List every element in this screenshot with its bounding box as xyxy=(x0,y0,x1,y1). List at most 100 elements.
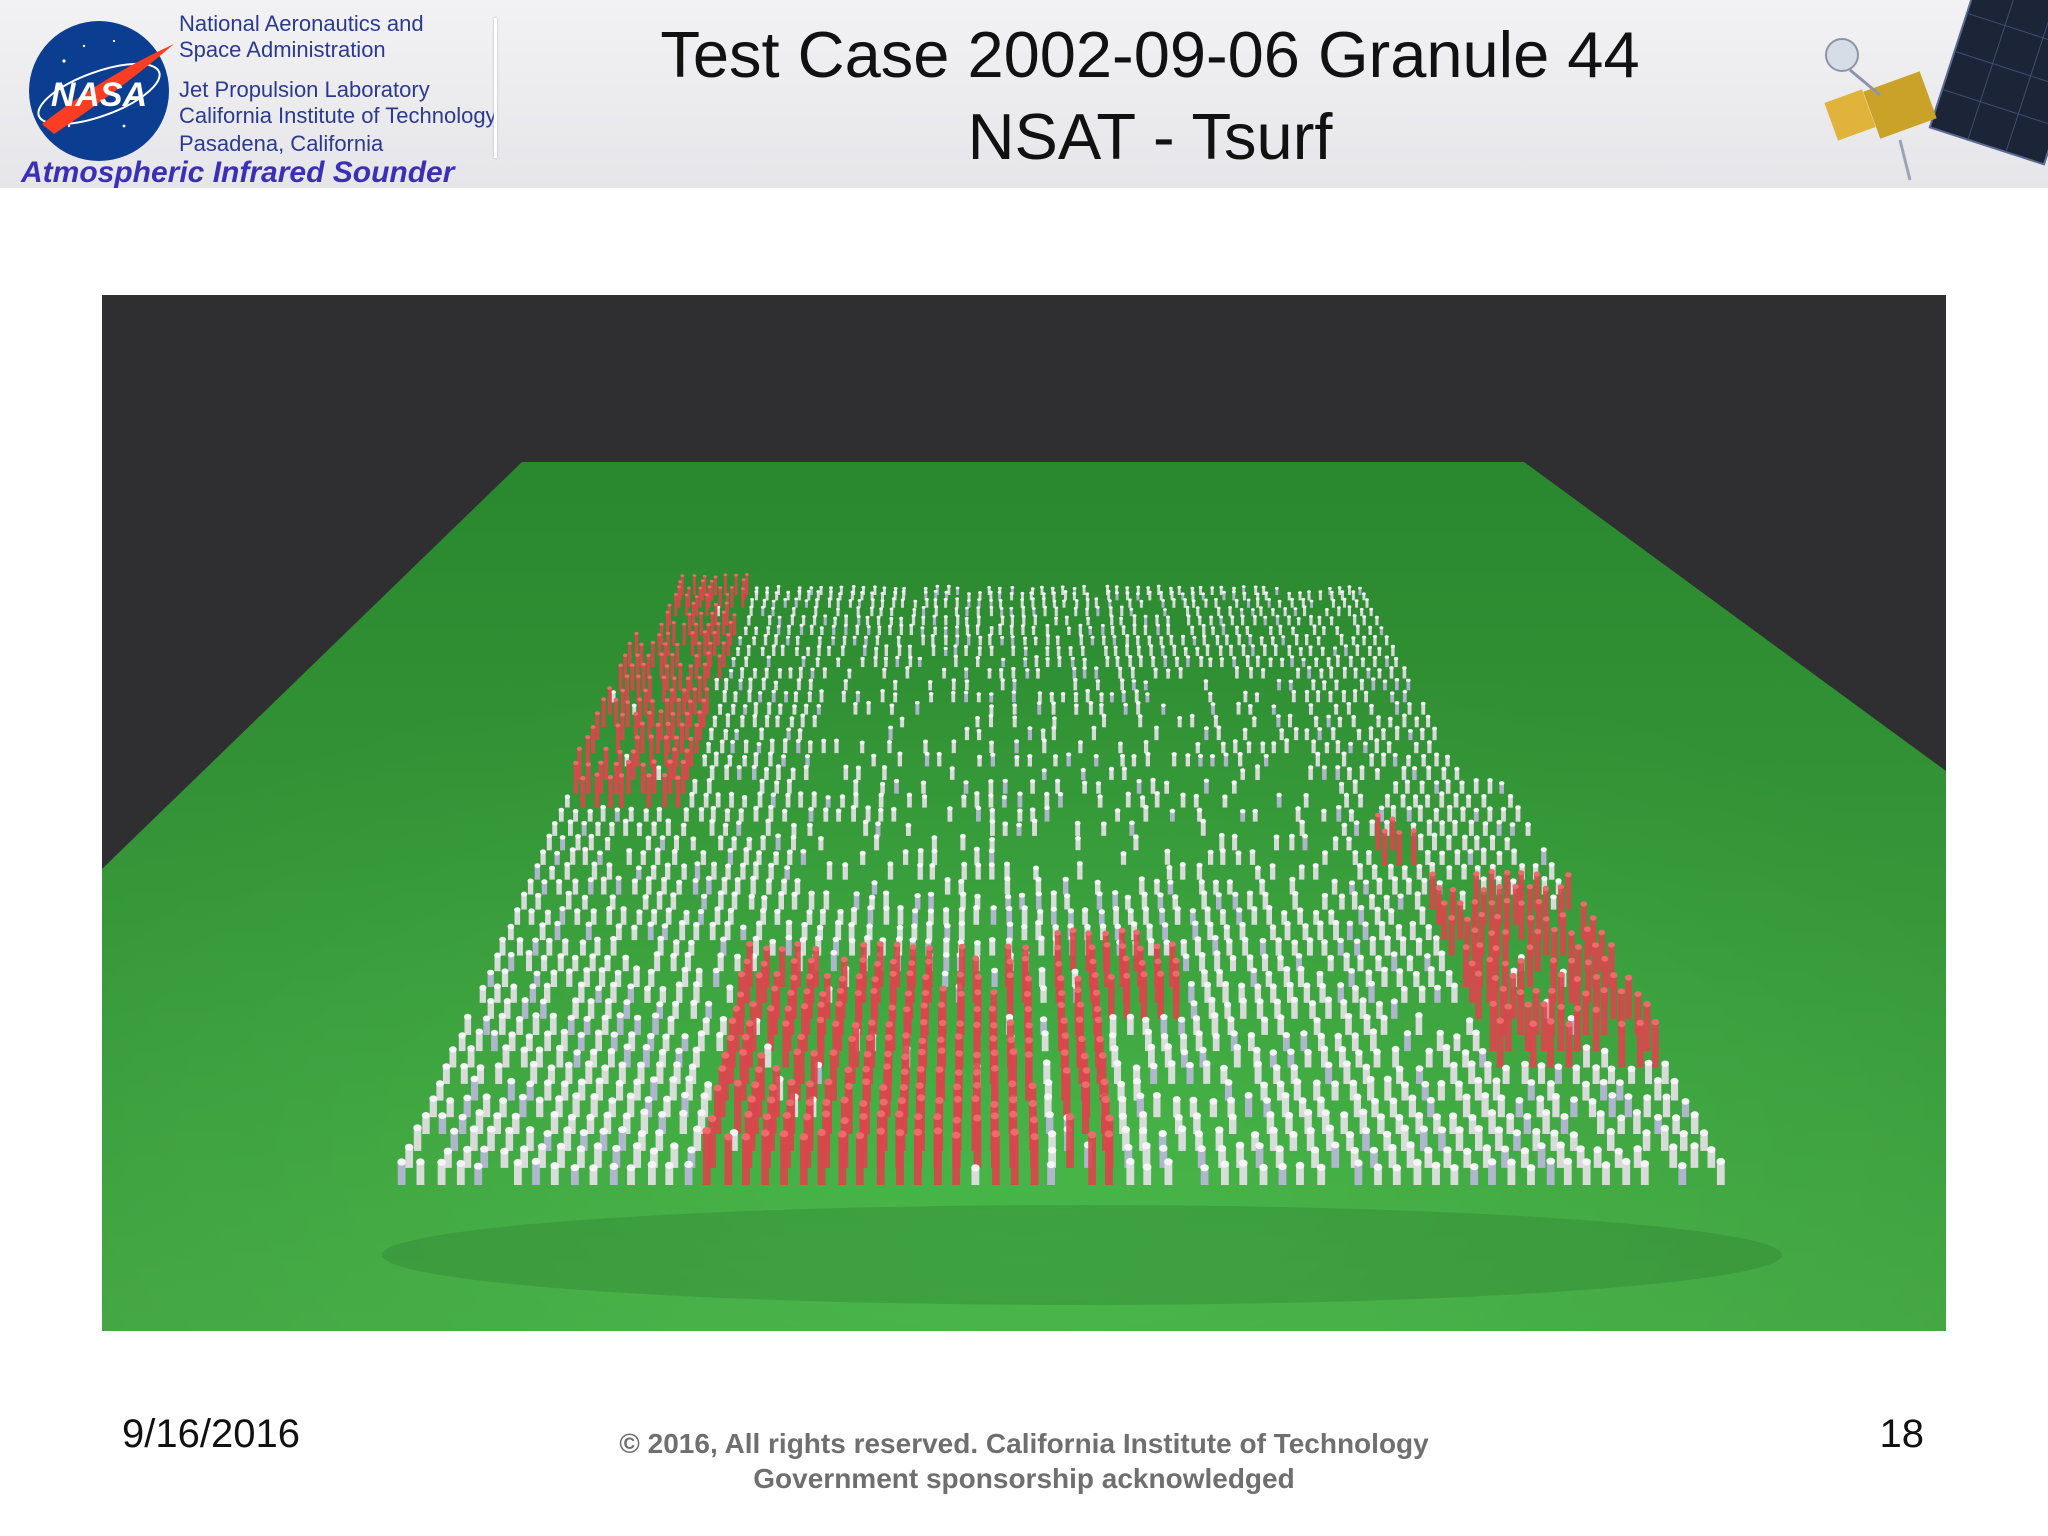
bar-cap xyxy=(946,584,951,588)
bar-cap xyxy=(732,613,737,617)
bar-cap xyxy=(1289,876,1296,882)
bar-cap xyxy=(1290,597,1294,601)
bar-cap xyxy=(965,606,969,610)
bar-cap xyxy=(1407,729,1413,733)
bar-cap xyxy=(590,725,596,729)
bar-cap xyxy=(1291,689,1297,694)
bar-body xyxy=(651,761,657,794)
bar-cap xyxy=(1499,985,1507,992)
bar-cap xyxy=(702,754,708,759)
bar-cap xyxy=(752,636,757,640)
bar-cap xyxy=(1467,848,1474,854)
bar-cap xyxy=(1341,822,1348,828)
bar-cap xyxy=(1259,878,1266,884)
bar-cap xyxy=(1142,1142,1151,1150)
bar-cap xyxy=(1415,937,1423,943)
bar-cap xyxy=(1661,1060,1670,1067)
bar-cap xyxy=(975,805,982,811)
bar-body xyxy=(641,664,646,691)
bar-cap xyxy=(746,836,753,842)
bar-cap xyxy=(904,990,913,997)
bar-body xyxy=(697,677,702,703)
bar-cap xyxy=(1252,615,1257,618)
bar-body xyxy=(625,676,629,703)
bar-cap xyxy=(955,614,960,618)
bar-cap xyxy=(753,805,759,811)
bar-cap xyxy=(889,958,897,965)
bar-cap xyxy=(493,983,501,990)
bar-cap xyxy=(716,622,721,626)
bar-cap xyxy=(921,606,926,609)
bar-cap xyxy=(1082,657,1087,661)
bar-cap xyxy=(590,908,597,914)
bar-cap xyxy=(1281,1092,1290,1099)
bar-cap xyxy=(563,1126,572,1134)
bar-cap xyxy=(1332,836,1339,841)
bar-cap xyxy=(467,1045,475,1052)
bar-cap xyxy=(1473,835,1480,840)
bar-cap xyxy=(725,593,730,596)
bar-cap xyxy=(1167,879,1174,885)
bar-cap xyxy=(613,761,619,766)
bar-cap xyxy=(689,791,695,797)
bar-cap xyxy=(1025,1037,1033,1044)
bar-cap xyxy=(728,668,734,673)
bar-cap xyxy=(549,1012,557,1019)
bar-cap xyxy=(882,667,887,672)
bar-cap xyxy=(744,1110,753,1118)
bar-cap xyxy=(507,951,515,958)
bar-cap xyxy=(604,954,611,961)
bar-cap xyxy=(793,691,799,695)
bar-cap xyxy=(576,1145,586,1153)
bar-cap xyxy=(848,921,855,928)
bar-cap xyxy=(975,656,980,660)
bar-cap xyxy=(545,937,553,944)
bar-body xyxy=(670,654,675,679)
bar-cap xyxy=(1265,970,1273,977)
bar-cap xyxy=(773,971,781,977)
bar-cap xyxy=(1419,727,1425,732)
bar-cap xyxy=(1365,850,1372,855)
bar-cap xyxy=(636,674,641,679)
bar-cap xyxy=(936,1036,945,1043)
bar-cap xyxy=(1431,1161,1441,1169)
bar-cap xyxy=(953,644,958,648)
bar-cap xyxy=(675,642,680,647)
bar-cap xyxy=(790,974,798,981)
bar-cap xyxy=(1045,657,1050,661)
bar-body xyxy=(1489,1003,1497,1052)
bar-cap xyxy=(783,690,789,695)
bar-cap xyxy=(724,1133,733,1141)
bar-cap xyxy=(1525,822,1531,827)
bar-cap xyxy=(702,1017,710,1024)
bar-cap xyxy=(1125,591,1130,594)
bar-cap xyxy=(1247,1032,1256,1039)
bar-body xyxy=(634,633,639,656)
bar-cap xyxy=(943,646,948,650)
bar-cap xyxy=(896,635,901,639)
bar-cap xyxy=(540,849,546,855)
bar-cap xyxy=(1055,635,1060,639)
bar-cap xyxy=(1318,590,1323,594)
bar-body xyxy=(1157,973,1164,1019)
bar-cap xyxy=(933,626,938,630)
bar-cap xyxy=(1231,590,1236,594)
bar-cap xyxy=(487,969,495,976)
bar-cap xyxy=(977,754,983,759)
bar-cap xyxy=(1304,728,1310,733)
bar-cap xyxy=(624,674,630,678)
bar-cap xyxy=(1355,624,1360,628)
bar-cap xyxy=(1445,779,1451,784)
bar-cap xyxy=(1112,905,1120,912)
bar-body xyxy=(618,665,623,691)
bar-cap xyxy=(826,645,832,649)
bar-cap xyxy=(913,599,918,603)
bar-cap xyxy=(651,821,657,826)
bar-cap xyxy=(1624,1093,1633,1100)
bar-cap xyxy=(1391,876,1398,882)
bar-cap xyxy=(680,574,685,577)
bar-cap xyxy=(1346,766,1352,772)
bar-cap xyxy=(1095,781,1102,786)
bar-cap xyxy=(1316,1163,1326,1171)
bar-cap xyxy=(458,1113,467,1121)
